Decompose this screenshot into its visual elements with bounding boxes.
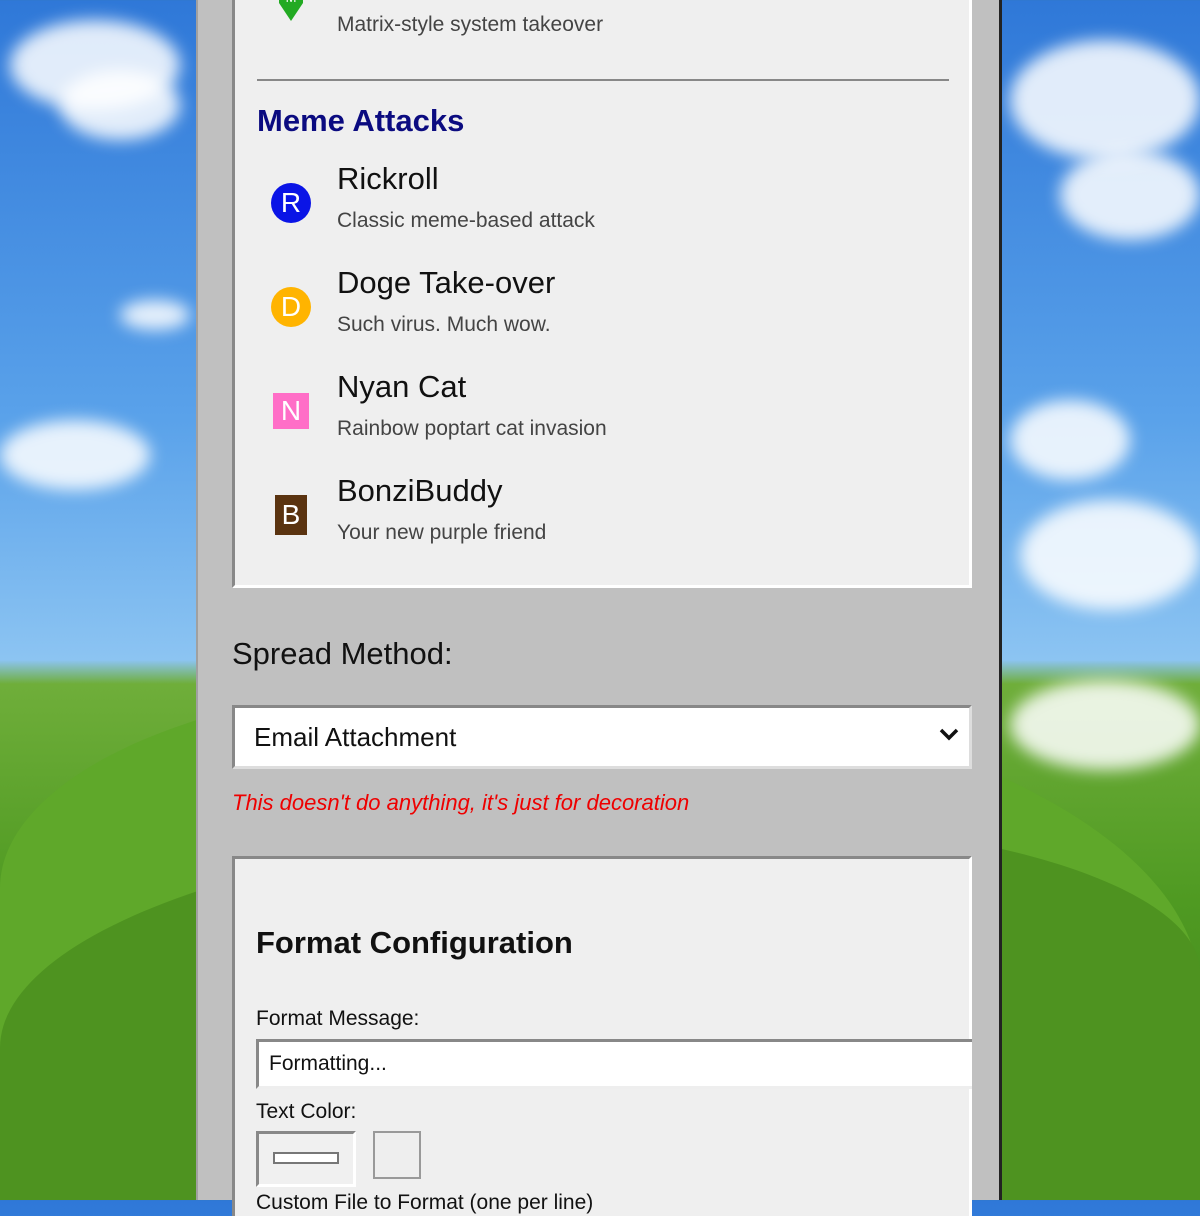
circle-d-icon: D (271, 287, 311, 327)
format-configuration-panel: Format Configuration Format Message: Tex… (232, 856, 972, 1216)
matrix-item-description: Matrix-style system takeover (337, 13, 604, 36)
square-n-icon: N (273, 393, 309, 429)
attack-description: Rainbow poptart cat invasion (337, 417, 607, 440)
circle-r-icon: R (271, 183, 311, 223)
format-message-label: Format Message: (256, 1007, 420, 1030)
chevron-down-icon (939, 728, 959, 741)
attack-name: Rickroll (337, 161, 439, 196)
custom-file-label: Custom File to Format (one per line) (256, 1191, 594, 1214)
color-swatch (273, 1152, 339, 1164)
attack-name: BonziBuddy (337, 473, 503, 508)
attack-name: Doge Take-over (337, 265, 556, 300)
decoration-note: This doesn't do anything, it's just for … (232, 790, 690, 815)
attack-option-bonzibuddy[interactable]: B BonziBuddy Your new purple friend (257, 473, 947, 569)
text-color-picker[interactable] (256, 1131, 356, 1187)
spread-method-select[interactable]: Email Attachment (232, 705, 972, 769)
attack-option-doge[interactable]: D Doge Take-over Such virus. Much wow. (257, 265, 947, 361)
attack-description: Such virus. Much wow. (337, 313, 551, 336)
attack-option-nyan-cat[interactable]: N Nyan Cat Rainbow poptart cat invasion (257, 369, 947, 465)
square-b-icon: B (275, 495, 307, 535)
attack-option-rickroll[interactable]: R Rickroll Classic meme-based attack (257, 161, 947, 257)
matrix-shield-icon: M (279, 0, 303, 21)
section-title-meme-attacks: Meme Attacks (257, 103, 465, 138)
malware-list-panel: M Matrix-style system takeover Meme Atta… (232, 0, 972, 588)
spread-method-label: Spread Method: (232, 636, 453, 671)
spread-method-value: Email Attachment (254, 722, 457, 752)
app-window: M Matrix-style system takeover Meme Atta… (196, 0, 1002, 1216)
format-configuration-title: Format Configuration (256, 925, 573, 960)
text-color-label: Text Color: (256, 1100, 357, 1123)
svg-text:M: M (286, 0, 297, 5)
format-message-input[interactable] (256, 1039, 972, 1089)
section-divider (257, 79, 949, 81)
attack-description: Your new purple friend (337, 521, 547, 544)
attack-name: Nyan Cat (337, 369, 467, 404)
secondary-color-button[interactable] (373, 1131, 421, 1179)
attack-description: Classic meme-based attack (337, 209, 595, 232)
